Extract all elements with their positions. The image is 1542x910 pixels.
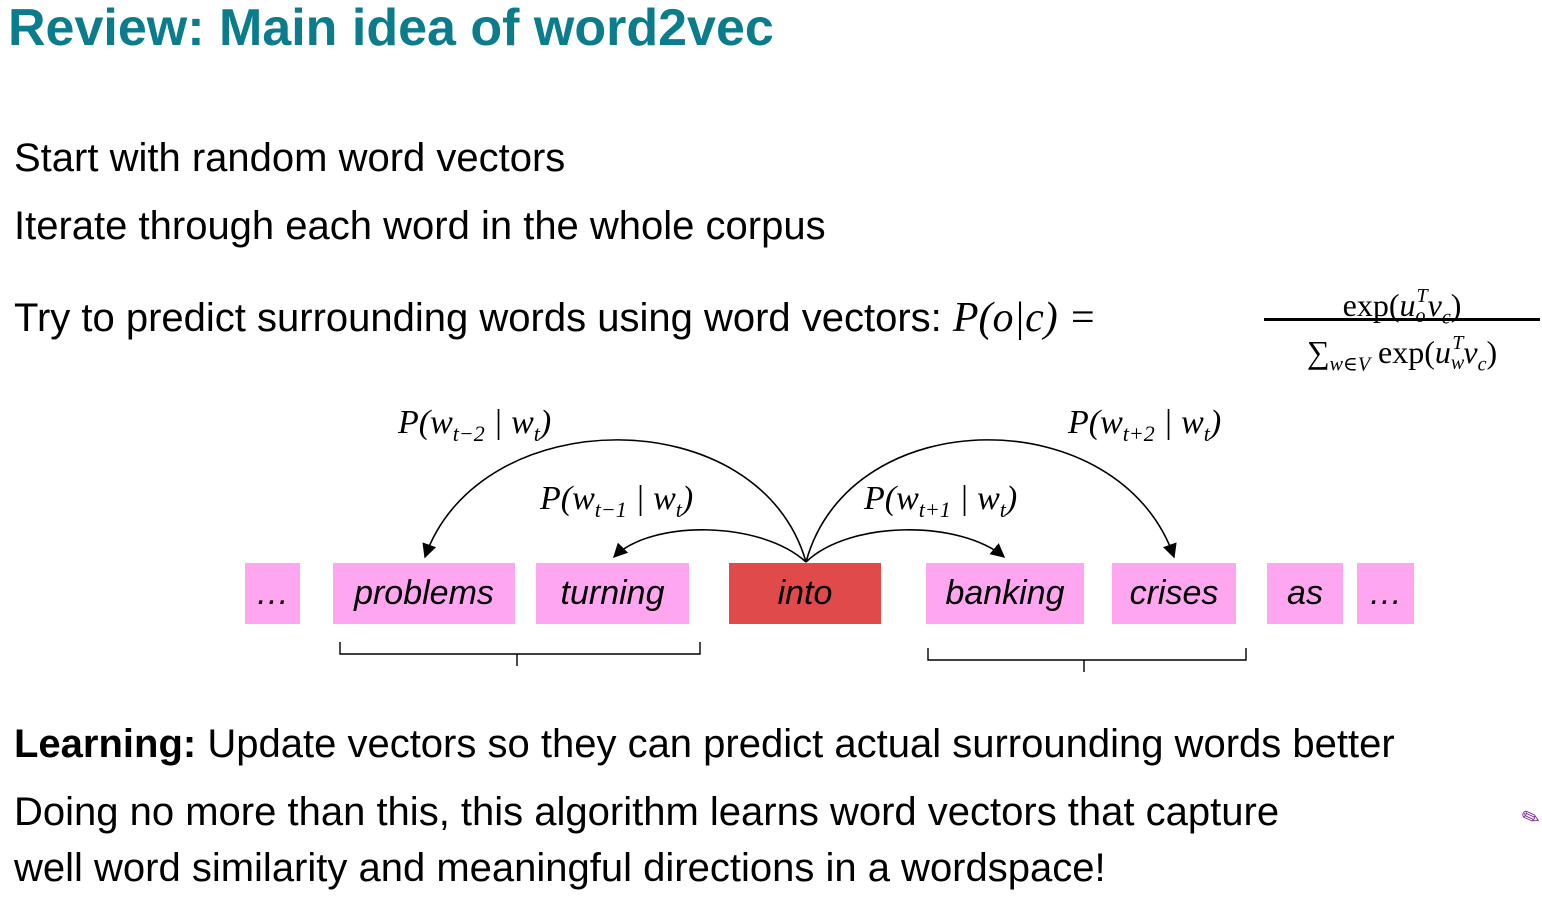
context-window-diagram: [339, 439, 1247, 672]
arrow-t-minus-1: [612, 529, 807, 563]
word-banking: banking: [926, 563, 1084, 624]
word-into-center: into: [729, 563, 881, 624]
left-context-brace: [339, 642, 701, 666]
label-p-t-minus-1: P(wt−1 | wt): [540, 480, 694, 522]
label-p-t-minus-2: P(wt−2 | wt): [398, 404, 552, 446]
learning-line: Learning: Update vectors so they can pre…: [14, 722, 1395, 767]
right-context-brace: [927, 648, 1247, 672]
arrow-t-plus-1: [805, 529, 1006, 563]
word-crises: crises: [1112, 563, 1236, 624]
closing-line-1: Doing no more than this, this algorithm …: [14, 790, 1280, 834]
word-ellipsis-left: …: [245, 563, 300, 624]
word-problems: problems: [333, 563, 515, 624]
word-turning: turning: [536, 563, 689, 624]
label-p-t-plus-1: P(wt+1 | wt): [864, 480, 1018, 522]
word-as: as: [1267, 563, 1343, 624]
learning-text: Update vectors so they can predict actua…: [196, 722, 1395, 766]
label-p-t-plus-2: P(wt+2 | wt): [1068, 404, 1222, 446]
word-ellipsis-right: …: [1357, 563, 1414, 624]
learning-label: Learning:: [14, 722, 197, 766]
closing-line-2: well word similarity and meaningful dire…: [14, 846, 1106, 890]
